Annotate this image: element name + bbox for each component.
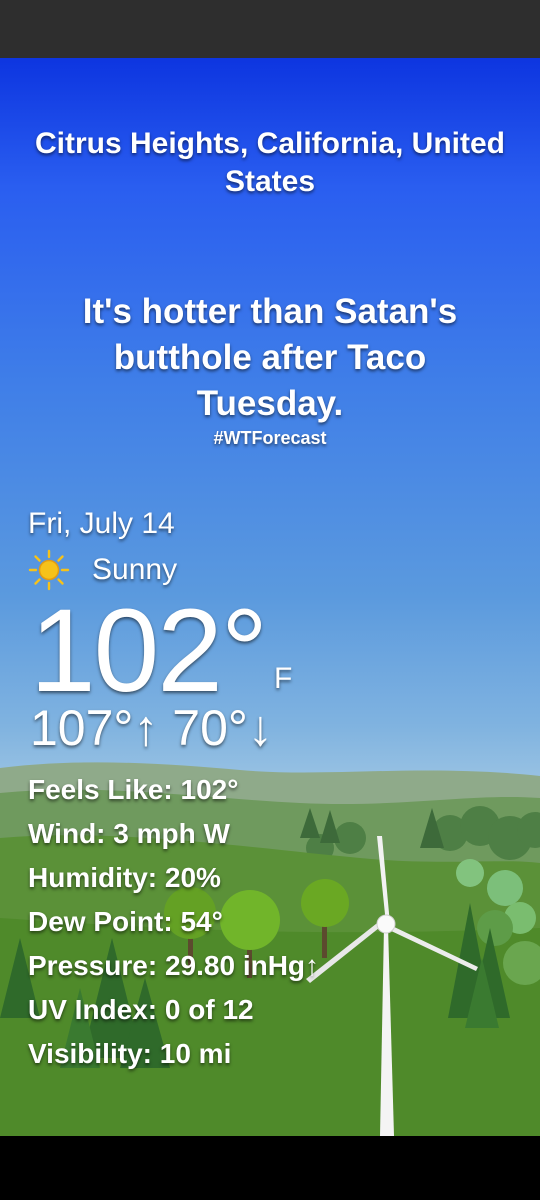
location-line-2: States xyxy=(224,165,316,198)
condition-row: Sunny xyxy=(28,549,178,591)
pressure: Pressure: 29.80 inHg↑ xyxy=(28,950,320,981)
quip-line-1: It's hotter than Satan's xyxy=(82,292,458,331)
current-temperature: 102° xyxy=(30,585,268,717)
quip-line-2: butthole after Taco xyxy=(113,338,427,377)
location-title: Citrus Heights, California, United State… xyxy=(0,125,540,201)
temperature-unit: F xyxy=(274,662,293,695)
forecast-date: Fri, July 14 xyxy=(28,507,175,540)
navigation-bar xyxy=(0,1136,540,1200)
dew-point: Dew Point: 54° xyxy=(28,906,223,937)
condition-label: Sunny xyxy=(92,553,178,586)
forecast-quip: It's hotter than Satan's butthole after … xyxy=(60,289,480,427)
humidity: Humidity: 20% xyxy=(28,862,221,893)
visibility: Visibility: 10 mi xyxy=(28,1038,232,1069)
hashtag[interactable]: #WTForecast xyxy=(0,428,540,449)
feels-like: Feels Like: 102° xyxy=(28,774,239,805)
wind: Wind: 3 mph W xyxy=(28,818,230,849)
high-low-temperature: 107°↑ 70°↓ xyxy=(30,700,273,756)
weather-details: Feels Like: 102° Wind: 3 mph W Humidity:… xyxy=(28,768,319,1076)
quip-line-3: Tuesday. xyxy=(196,384,344,423)
uv-index: UV Index: 0 of 12 xyxy=(28,994,254,1025)
location-line-1: Citrus Heights, California, United xyxy=(34,127,506,160)
